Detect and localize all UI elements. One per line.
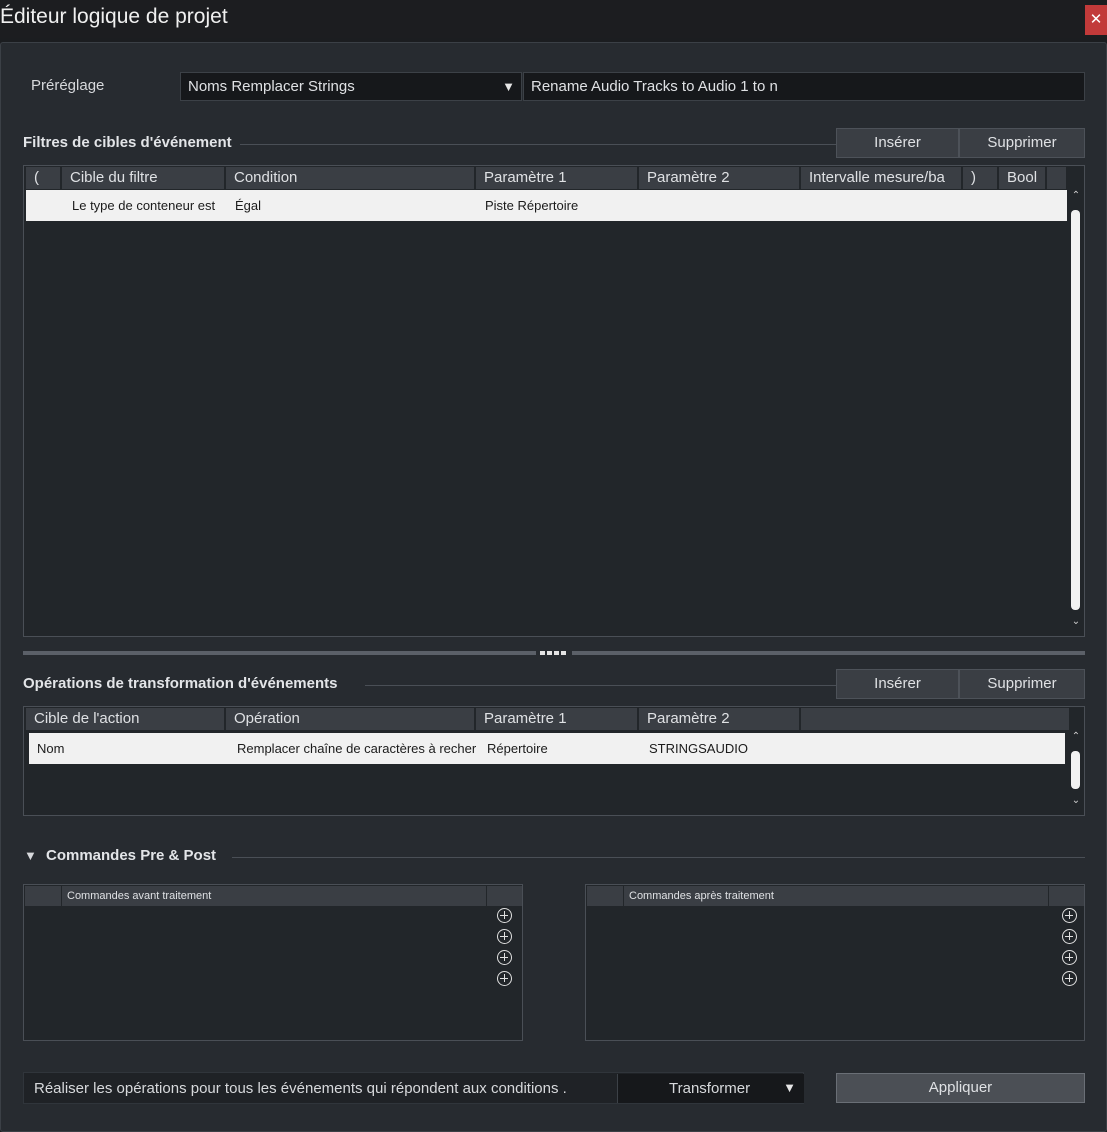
function-description: Réaliser les opérations pour tous les év…: [34, 1080, 567, 1097]
scroll-up-icon[interactable]: ⌃: [1069, 731, 1083, 742]
filters-delete-button[interactable]: Supprimer: [959, 128, 1085, 158]
cell-condition: Égal: [235, 198, 262, 213]
column-header-open-paren[interactable]: (: [26, 167, 62, 189]
column-header-action-target[interactable]: Cible de l'action: [26, 708, 226, 730]
splitter-grip-icon[interactable]: [540, 651, 568, 655]
post-commands-header-end: [1049, 886, 1084, 906]
chevron-down-icon: ▼: [783, 1080, 796, 1095]
scroll-down-icon[interactable]: ⌄: [1069, 616, 1083, 627]
cell-action-param2: STRINGSAUDIO: [649, 741, 748, 756]
preset-dropdown[interactable]: Noms Remplacer Strings ▼: [180, 72, 522, 101]
filters-section-title: Filtres de cibles d'événement: [23, 134, 240, 151]
pre-commands-header-corner: [25, 886, 61, 906]
scrollbar-thumb[interactable]: [1071, 751, 1080, 789]
column-header-spacer: [801, 708, 1069, 730]
column-header-bar-range[interactable]: Intervalle mesure/ba: [801, 167, 963, 189]
filters-rule: [240, 144, 836, 145]
collapse-triangle-icon[interactable]: ▼: [24, 848, 37, 863]
apply-button[interactable]: Appliquer: [836, 1073, 1085, 1103]
splitter-left: [23, 651, 536, 655]
function-bar: Réaliser les opérations pour tous les év…: [23, 1072, 804, 1104]
splitter-right: [572, 651, 1085, 655]
plus-circle-icon[interactable]: [497, 950, 512, 965]
column-header-operation[interactable]: Opération: [226, 708, 476, 730]
pre-commands-table: Commandes avant traitement: [23, 884, 523, 1041]
filters-table: ( Cible du filtre Condition Paramètre 1 …: [23, 165, 1085, 637]
chevron-down-icon: ▼: [502, 79, 515, 94]
close-icon[interactable]: ✕: [1085, 5, 1107, 35]
column-header-action-param2[interactable]: Paramètre 2: [639, 708, 801, 730]
cell-operation: Remplacer chaîne de caractères à recher: [237, 741, 477, 756]
actions-table-header: Cible de l'action Opération Paramètre 1 …: [26, 708, 1069, 730]
plus-circle-icon[interactable]: [1062, 950, 1077, 965]
table-row[interactable]: Le type de conteneur est Égal Piste Répe…: [26, 190, 1067, 221]
title-bar: Éditeur logique de projet ✕: [0, 0, 1107, 38]
pre-commands-header: Commandes avant traitement: [62, 886, 486, 906]
scrollbar-thumb[interactable]: [1071, 210, 1080, 610]
column-header-param1[interactable]: Paramètre 1: [476, 167, 639, 189]
column-header-close-paren[interactable]: ): [963, 167, 999, 189]
post-commands-header: Commandes après traitement: [624, 886, 1048, 906]
prepost-rule: [232, 857, 1085, 858]
preset-selected: Noms Remplacer Strings: [188, 78, 355, 95]
window-title: Éditeur logique de projet: [0, 5, 228, 28]
actions-rule: [365, 685, 836, 686]
prepost-section-title: Commandes Pre & Post: [46, 847, 225, 864]
post-commands-header-corner: [587, 886, 623, 906]
preset-label: Préréglage: [31, 77, 105, 94]
post-commands-table: Commandes après traitement: [585, 884, 1085, 1041]
column-header-param2[interactable]: Paramètre 2: [639, 167, 801, 189]
scroll-up-icon[interactable]: ⌃: [1069, 190, 1083, 201]
column-header-condition[interactable]: Condition: [226, 167, 476, 189]
column-header-filter-target[interactable]: Cible du filtre: [62, 167, 226, 189]
column-header-action-param1[interactable]: Paramètre 1: [476, 708, 639, 730]
actions-delete-button[interactable]: Supprimer: [959, 669, 1085, 699]
actions-table: Cible de l'action Opération Paramètre 1 …: [23, 706, 1085, 816]
plus-circle-icon[interactable]: [1062, 908, 1077, 923]
table-row[interactable]: Nom Remplacer chaîne de caractères à rec…: [29, 733, 1065, 764]
filters-scrollbar[interactable]: ⌃ ⌄: [1069, 188, 1083, 634]
column-header-spacer: [1047, 167, 1066, 189]
plus-circle-icon[interactable]: [1062, 971, 1077, 986]
plus-circle-icon[interactable]: [497, 971, 512, 986]
preset-description-field[interactable]: Rename Audio Tracks to Audio 1 to n: [523, 72, 1085, 101]
plus-circle-icon[interactable]: [1062, 929, 1077, 944]
pre-commands-header-end: [487, 886, 522, 906]
function-dropdown[interactable]: Transformer ▼: [617, 1074, 804, 1103]
cell-action-target: Nom: [37, 741, 65, 756]
actions-insert-button[interactable]: Insérer: [836, 669, 959, 699]
scroll-down-icon[interactable]: ⌄: [1069, 795, 1083, 806]
cell-param1: Piste Répertoire: [485, 198, 579, 213]
actions-scrollbar[interactable]: ⌃ ⌄: [1069, 729, 1083, 813]
function-selected: Transformer: [669, 1080, 751, 1097]
column-header-bool[interactable]: Bool: [999, 167, 1047, 189]
cell-action-param1: Répertoire: [487, 741, 548, 756]
cell-filter-target: Le type de conteneur est: [72, 198, 216, 213]
plus-circle-icon[interactable]: [497, 908, 512, 923]
filters-table-header: ( Cible du filtre Condition Paramètre 1 …: [26, 167, 1066, 189]
plus-circle-icon[interactable]: [497, 929, 512, 944]
actions-section-title: Opérations de transformation d'événement…: [23, 675, 346, 692]
filters-insert-button[interactable]: Insérer: [836, 128, 959, 158]
